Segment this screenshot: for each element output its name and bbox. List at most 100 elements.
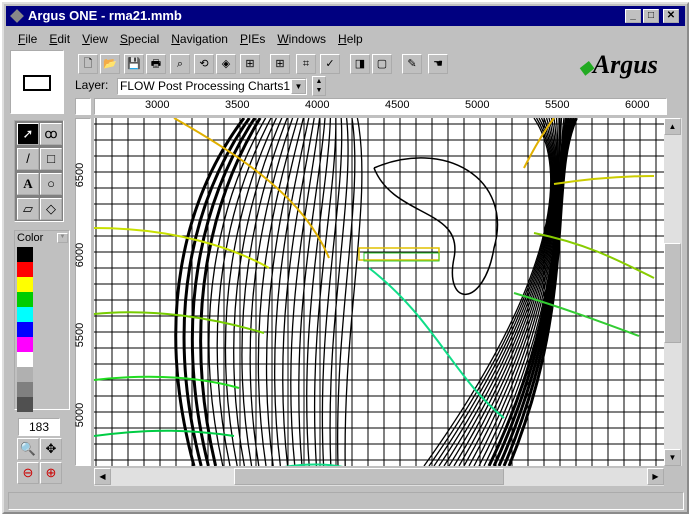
menu-windows[interactable]: Windows (271, 30, 332, 48)
layer-select[interactable]: FLOW Post Processing Charts1 ▼ (117, 78, 307, 95)
pie-icon[interactable]: ✎ (402, 54, 422, 74)
contour-line (315, 118, 336, 466)
zoom-value-field[interactable]: 183 (18, 418, 60, 436)
oval-tool-icon[interactable]: ○ (40, 173, 62, 195)
menu-help[interactable]: Help (332, 30, 369, 48)
color-dropdown-icon[interactable]: ▼ (57, 233, 68, 243)
mesh-tool-icon[interactable]: ◇ (40, 198, 62, 220)
flowline (94, 431, 234, 436)
menu-navigation[interactable]: Navigation (165, 30, 234, 48)
open-icon[interactable]: 📂 (100, 54, 120, 74)
chevron-down-icon[interactable]: ▼ (291, 79, 306, 94)
maximize-button[interactable]: □ (643, 9, 659, 23)
horizontal-scroll-thumb[interactable] (234, 468, 504, 485)
menu-pies[interactable]: PIEs (234, 30, 271, 48)
ruler-x-label: 3000 (145, 99, 169, 111)
horizontal-ruler: 3000 3500 4000 4500 5000 5500 6000 (94, 98, 667, 115)
ruler-corner (75, 98, 91, 115)
menu-view[interactable]: View (76, 30, 114, 48)
color-swatch[interactable] (17, 247, 33, 262)
shape-preview (10, 50, 64, 114)
contour-line (201, 118, 261, 466)
stack-icon[interactable]: ◈ (216, 54, 236, 74)
color-label: Color (17, 232, 43, 244)
layers-icon[interactable]: ◨ (350, 54, 370, 74)
new-icon[interactable]: 🗋 (78, 54, 98, 74)
layer-select-value: FLOW Post Processing Charts1 (120, 79, 290, 93)
color-swatch[interactable] (17, 397, 33, 412)
scroll-up-icon[interactable]: ▲ (664, 118, 681, 135)
lasso-icon[interactable]: ꝏ (40, 123, 62, 145)
layer-icon[interactable]: ⟲ (194, 54, 214, 74)
vertical-scroll-thumb[interactable] (664, 243, 681, 343)
color-swatch[interactable] (17, 337, 33, 352)
ruler-y-label: 5000 (74, 403, 86, 427)
check-icon[interactable]: ✓ (320, 54, 340, 74)
contour-line (469, 118, 558, 466)
binoculars-icon[interactable]: ⌕ (170, 54, 190, 74)
flowline (94, 377, 239, 388)
polygon-tool-icon[interactable]: ▱ (17, 198, 39, 220)
color-swatch[interactable] (17, 322, 33, 337)
color-swatch[interactable] (17, 277, 33, 292)
ruler-x-label: 4500 (385, 99, 409, 111)
ruler-x-label: 5500 (545, 99, 569, 111)
window-title: Argus ONE - rma21.mmb (28, 8, 182, 23)
hand-icon[interactable]: ☚ (428, 54, 448, 74)
ruler-y-label: 5500 (74, 323, 86, 347)
text-tool-icon[interactable]: A (17, 173, 39, 195)
zoom-fit-icon[interactable]: ⊞ (240, 54, 260, 74)
zoom-box-icon[interactable]: 🔍 (17, 438, 39, 460)
color-swatch[interactable] (17, 292, 33, 307)
ruler-x-label: 3500 (225, 99, 249, 111)
zoom-extents-icon[interactable]: ✥ (40, 438, 62, 460)
grid-icon[interactable]: ⊞ (270, 54, 290, 74)
contour-line (242, 118, 287, 466)
horizontal-scrollbar[interactable]: ◀ ▶ (94, 468, 664, 486)
save-icon[interactable]: 💾 (124, 54, 144, 74)
line-tool-icon[interactable]: / (17, 148, 39, 170)
flowline (554, 176, 654, 184)
tool-palette: ➚ ꝏ / □ A ○ ▱ ◇ (14, 120, 64, 222)
color-swatch[interactable] (17, 382, 33, 397)
layers-inactive-icon[interactable]: ▢ (372, 54, 392, 74)
minimize-button[interactable]: _ (625, 9, 641, 23)
menu-file[interactable]: File (12, 30, 43, 48)
scroll-right-icon[interactable]: ▶ (647, 468, 664, 485)
color-swatch[interactable] (17, 367, 33, 382)
argus-app-icon (10, 9, 24, 23)
ruler-x-label: 4000 (305, 99, 329, 111)
vertical-scrollbar[interactable]: ▲ ▼ (664, 118, 682, 466)
flowline (94, 312, 264, 333)
ruler-y-label: 6000 (74, 243, 86, 267)
ruler-icon[interactable]: ⌗ (296, 54, 316, 74)
argus-logo: ◆Argus (579, 50, 658, 80)
contour-line (322, 118, 341, 466)
rectangle-tool-icon[interactable]: □ (40, 148, 62, 170)
print-icon[interactable]: 🖶 (146, 54, 166, 74)
menu-edit[interactable]: Edit (43, 30, 76, 48)
close-button[interactable]: ✕ (663, 9, 679, 23)
scroll-left-icon[interactable]: ◀ (94, 468, 111, 485)
vertical-ruler: 6500 6000 5500 5000 (75, 118, 91, 466)
scroll-down-icon[interactable]: ▼ (664, 449, 681, 466)
ruler-x-label: 6000 (625, 99, 649, 111)
contour-line (374, 158, 497, 294)
layer-label: Layer: (75, 78, 108, 92)
ruler-x-label: 5000 (465, 99, 489, 111)
color-panel: Color ▼ (14, 230, 70, 410)
zoom-in-icon[interactable]: ⊕ (40, 462, 62, 484)
title-bar: Argus ONE - rma21.mmb _ □ ✕ (6, 6, 685, 26)
color-swatch[interactable] (17, 352, 33, 367)
chart-box (359, 248, 439, 260)
zoom-out-icon[interactable]: ⊖ (17, 462, 39, 484)
ruler-y-label: 6500 (74, 163, 86, 187)
status-bar (8, 492, 684, 510)
layer-spinner[interactable]: ▲▼ (312, 76, 326, 96)
menu-special[interactable]: Special (114, 30, 165, 48)
color-swatch[interactable] (17, 307, 33, 322)
select-arrow-icon[interactable]: ➚ (17, 123, 39, 145)
map-canvas[interactable] (94, 118, 664, 466)
color-swatch[interactable] (17, 262, 33, 277)
menu-bar: FileEditViewSpecialNavigationPIEsWindows… (12, 30, 369, 48)
